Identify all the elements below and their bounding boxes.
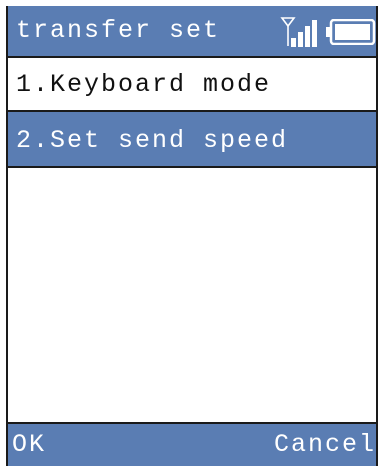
- device-screen: transfer set 1.Keyboard mode 2.Set send …: [6, 6, 378, 466]
- title-bar: transfer set: [8, 6, 376, 58]
- menu-item-label: 2.Set send speed: [16, 126, 289, 155]
- softkey-bar: OK Cancel: [8, 422, 376, 466]
- ok-button[interactable]: OK: [12, 430, 46, 460]
- battery-icon: [326, 19, 376, 45]
- screen-title: transfer set: [16, 16, 221, 45]
- menu-item-set-send-speed[interactable]: 2.Set send speed: [8, 112, 376, 168]
- menu-item-keyboard-mode[interactable]: 1.Keyboard mode: [8, 58, 376, 112]
- menu-item-label: 1.Keyboard mode: [16, 70, 272, 99]
- cancel-button[interactable]: Cancel: [274, 430, 376, 460]
- signal-strength-icon: [280, 17, 317, 47]
